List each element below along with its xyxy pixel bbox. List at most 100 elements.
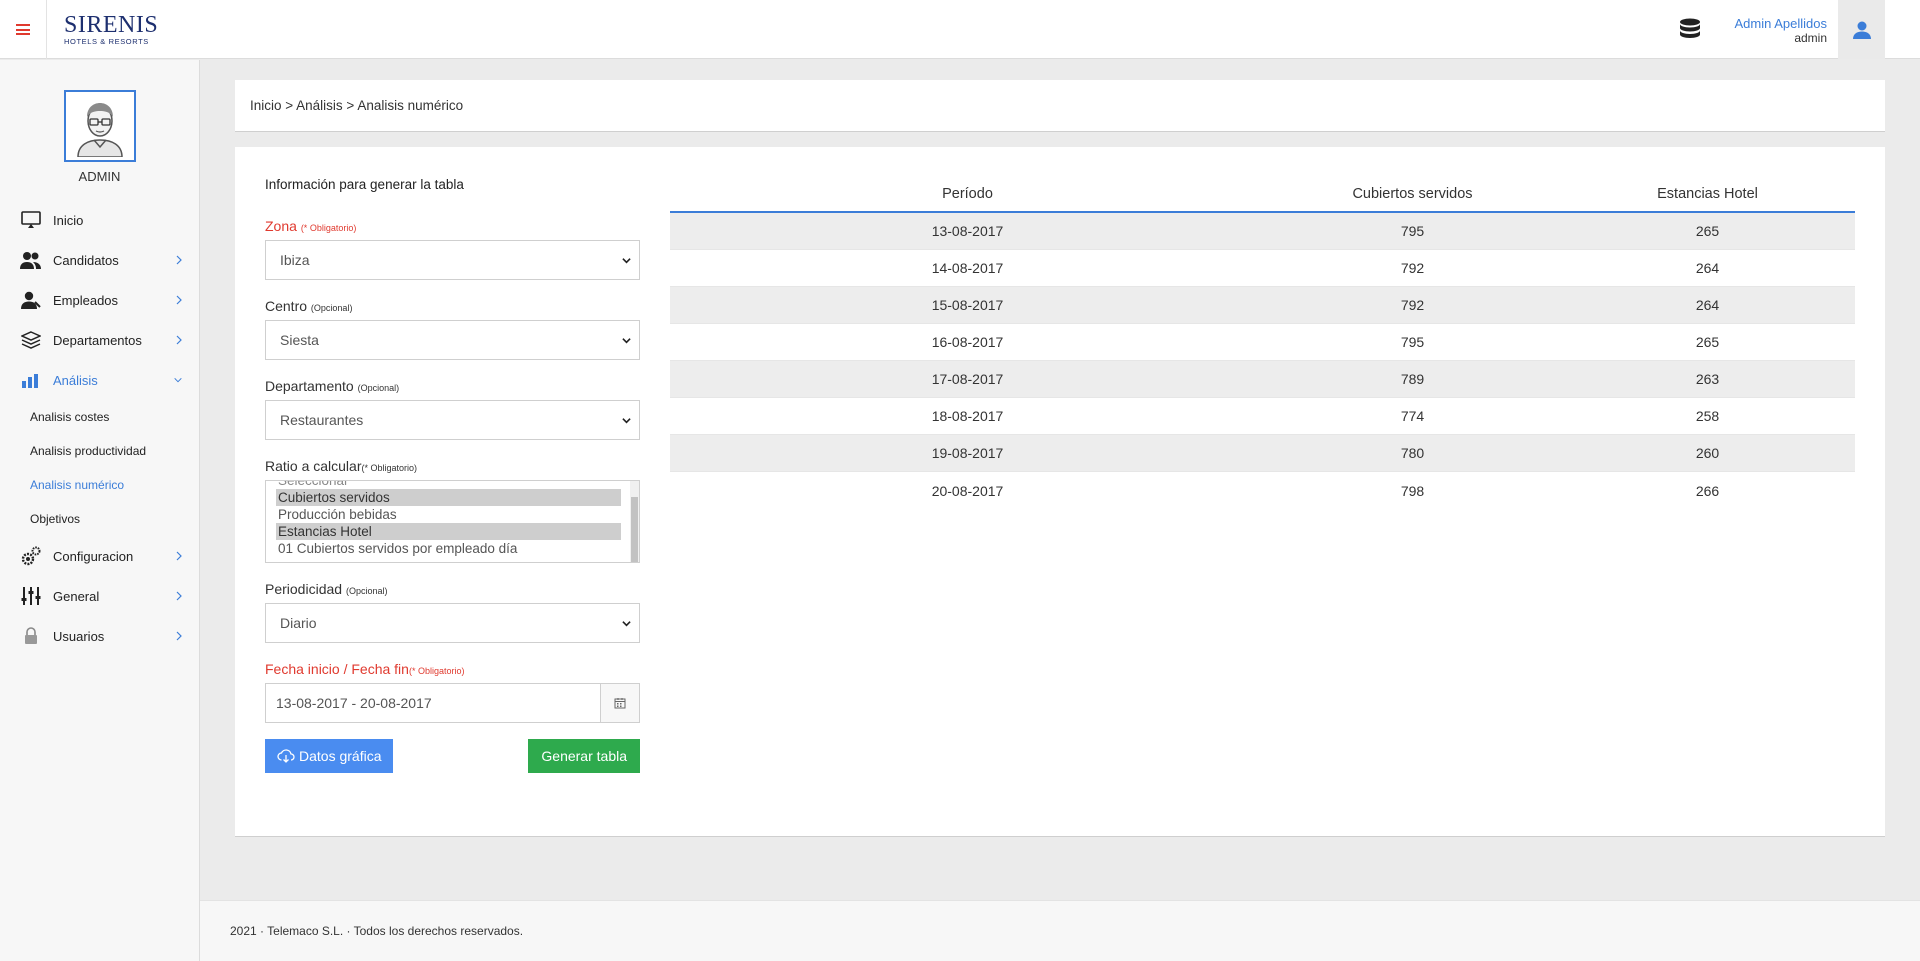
sidebar-item-inicio[interactable]: Inicio bbox=[0, 200, 199, 240]
cell-periodo: 19-08-2017 bbox=[931, 445, 1004, 461]
breadcrumb-text[interactable]: Inicio > Análisis > Analisis numérico bbox=[250, 98, 463, 113]
submenu-item-objetivos[interactable]: Objetivos bbox=[30, 502, 199, 536]
sidebar-item-label: Candidatos bbox=[53, 252, 119, 268]
sidebar-item-label: Configuracion bbox=[53, 548, 134, 564]
users-icon bbox=[20, 250, 42, 270]
ratio-option-selected[interactable]: Estancias Hotel bbox=[276, 523, 621, 540]
cell-cubiertos: 774 bbox=[1400, 408, 1425, 424]
table-row: 14-08-2017 792 264 bbox=[670, 250, 1855, 287]
sidebar-item-label: Inicio bbox=[53, 212, 84, 228]
cell-periodo: 20-08-2017 bbox=[931, 482, 1004, 499]
cell-estancias: 264 bbox=[1695, 297, 1720, 313]
chevron-right-icon bbox=[176, 631, 182, 641]
top-bar: SIRENIS HOTELS & RESORTS Admin Apellidos… bbox=[0, 0, 1920, 59]
brand-logo[interactable]: SIRENIS HOTELS & RESORTS bbox=[64, 12, 159, 46]
table-row: 18-08-2017 774 258 bbox=[670, 398, 1855, 435]
menu-toggle-button[interactable] bbox=[0, 0, 47, 59]
cell-estancias: 263 bbox=[1695, 371, 1720, 387]
sidebar-item-usuarios[interactable]: Usuarios bbox=[0, 616, 199, 656]
sidebar: ADMIN Inicio Candidatos Empleados Depart… bbox=[0, 60, 200, 961]
database-icon[interactable] bbox=[1679, 18, 1701, 42]
departamento-label: Departamento (Opcional) bbox=[265, 378, 400, 394]
column-header-periodo[interactable]: Período bbox=[670, 186, 1265, 202]
cell-periodo: 16-08-2017 bbox=[931, 334, 1004, 350]
chevron-right-icon bbox=[176, 255, 182, 265]
listbox-scrollbar[interactable] bbox=[630, 481, 639, 562]
employee-icon bbox=[20, 290, 42, 310]
sidebar-item-label: General bbox=[53, 588, 100, 604]
datos-grafica-button[interactable]: Datos gráfica bbox=[265, 739, 394, 773]
user-menu-button[interactable] bbox=[1838, 0, 1885, 59]
periodicidad-value: Diario bbox=[280, 615, 317, 631]
fecha-label: Fecha inicio / Fecha fin(* Obligatorio) bbox=[265, 661, 465, 677]
monitor-icon bbox=[20, 210, 42, 230]
ratio-option[interactable]: 01 Cubiertos servidos por empleado día bbox=[276, 540, 621, 557]
column-header-estancias[interactable]: Estancias Hotel bbox=[1560, 186, 1855, 202]
cloud-download-icon bbox=[277, 749, 295, 763]
chevron-right-icon bbox=[176, 295, 182, 305]
centro-value: Siesta bbox=[280, 332, 319, 348]
ratio-option-selected[interactable]: Cubiertos servidos bbox=[276, 489, 621, 506]
cell-estancias: 265 bbox=[1695, 223, 1720, 239]
sidebar-item-candidatos[interactable]: Candidatos bbox=[0, 240, 199, 280]
chevron-down-icon bbox=[174, 377, 182, 383]
zona-select[interactable]: Ibiza bbox=[265, 240, 640, 280]
sidebar-item-configuracion[interactable]: Configuracion bbox=[0, 536, 199, 576]
sidebar-item-label: Departamentos bbox=[53, 332, 142, 348]
datos-grafica-label: Datos gráfica bbox=[299, 748, 382, 764]
results-table: Período Cubiertos servidos Estancias Hot… bbox=[670, 177, 1855, 509]
sidebar-item-label: Usuarios bbox=[53, 628, 105, 644]
column-header-cubiertos[interactable]: Cubiertos servidos bbox=[1265, 186, 1560, 202]
submenu-item-numerico[interactable]: Analisis numérico bbox=[30, 468, 199, 502]
submenu-item-costes[interactable]: Analisis costes bbox=[30, 400, 199, 434]
departamento-select[interactable]: Restaurantes bbox=[265, 400, 640, 440]
user-role: admin bbox=[1794, 31, 1827, 45]
ratio-option[interactable]: Producción bebidas bbox=[276, 506, 621, 523]
cell-periodo: 14-08-2017 bbox=[931, 260, 1004, 276]
cell-cubiertos: 789 bbox=[1400, 371, 1425, 387]
periodicidad-select[interactable]: Diario bbox=[265, 603, 640, 643]
profile-avatar[interactable] bbox=[64, 90, 136, 162]
table-form: Información para generar la tabla Zona (… bbox=[265, 177, 640, 773]
departamento-value: Restaurantes bbox=[280, 412, 364, 428]
zona-label: Zona (* Obligatorio) bbox=[265, 218, 357, 234]
ratio-multiselect[interactable]: Seleccionar Cubiertos servidos Producció… bbox=[265, 480, 640, 563]
chevron-right-icon bbox=[176, 335, 182, 345]
date-range-input[interactable]: 13-08-2017 - 20-08-2017 bbox=[266, 684, 600, 722]
sidebar-item-general[interactable]: General bbox=[0, 576, 199, 616]
cell-cubiertos: 798 bbox=[1400, 482, 1425, 499]
sidebar-item-empleados[interactable]: Empleados bbox=[0, 280, 199, 320]
breadcrumb: Inicio > Análisis > Analisis numérico bbox=[235, 80, 1885, 132]
cell-estancias: 260 bbox=[1695, 445, 1720, 461]
scrollbar-thumb[interactable] bbox=[631, 497, 638, 562]
logo-subtext: HOTELS & RESORTS bbox=[64, 37, 149, 46]
table-row: 16-08-2017 795 265 bbox=[670, 324, 1855, 361]
centro-select[interactable]: Siesta bbox=[265, 320, 640, 360]
user-icon bbox=[1852, 21, 1871, 39]
cell-cubiertos: 792 bbox=[1400, 297, 1425, 313]
periodicidad-label: Periodicidad (Opcional) bbox=[265, 581, 388, 597]
user-info[interactable]: Admin Apellidos admin bbox=[1735, 16, 1828, 45]
generar-tabla-button[interactable]: Generar tabla bbox=[528, 739, 640, 773]
chevron-right-icon bbox=[176, 591, 182, 601]
chart-icon bbox=[20, 370, 42, 390]
ratio-label: Ratio a calcular(* Obligatorio) bbox=[265, 458, 418, 474]
table-row: 13-08-2017 795 265 bbox=[670, 213, 1855, 250]
ratio-option[interactable]: Seleccionar bbox=[276, 481, 621, 489]
sidebar-item-label: Empleados bbox=[53, 292, 119, 308]
form-title: Información para generar la tabla bbox=[265, 177, 464, 192]
cell-periodo: 13-08-2017 bbox=[931, 223, 1004, 239]
form-actions: Datos gráfica Generar tabla bbox=[265, 739, 640, 773]
logo-text: SIRENIS bbox=[64, 12, 159, 38]
calendar-button[interactable] bbox=[600, 684, 639, 722]
chevron-down-icon bbox=[622, 338, 631, 344]
user-name: Admin Apellidos bbox=[1734, 16, 1828, 31]
submenu-item-productividad[interactable]: Analisis productividad bbox=[30, 434, 199, 468]
chevron-down-icon bbox=[622, 258, 631, 264]
date-range-field: 13-08-2017 - 20-08-2017 bbox=[265, 683, 640, 723]
cell-estancias: 266 bbox=[1695, 482, 1720, 499]
sidebar-item-analisis[interactable]: Análisis bbox=[0, 360, 199, 400]
sidebar-item-departamentos[interactable]: Departamentos bbox=[0, 320, 199, 360]
cell-periodo: 18-08-2017 bbox=[931, 408, 1004, 424]
generar-tabla-label: Generar tabla bbox=[541, 748, 627, 764]
